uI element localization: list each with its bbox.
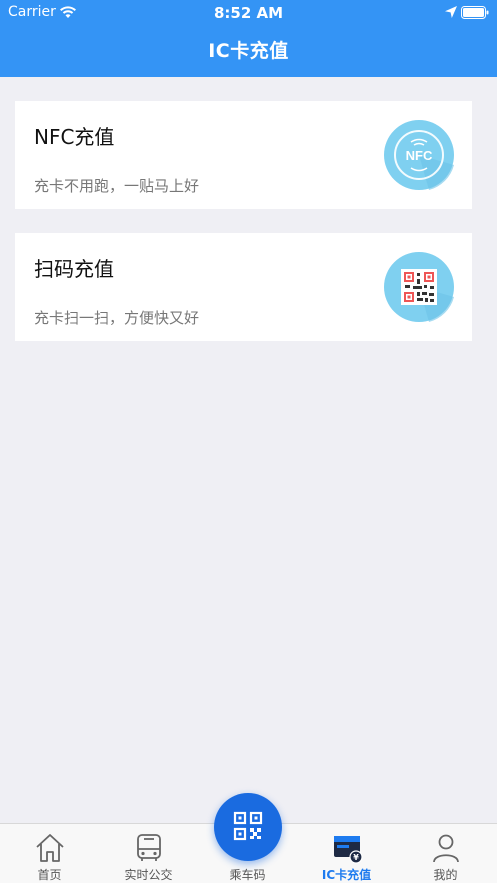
tab-label: 实时公交 xyxy=(124,868,173,882)
location-arrow-icon xyxy=(445,6,457,18)
svg-text:¥: ¥ xyxy=(353,853,359,862)
qr-recharge-card[interactable]: 扫码充值 充卡扫一扫，方便快又好 xyxy=(15,233,472,341)
profile-icon xyxy=(433,834,459,863)
tab-home[interactable]: 首页 xyxy=(0,824,99,883)
ride-code-button[interactable] xyxy=(214,793,282,861)
card-subtitle: 充卡不用跑，一贴马上好 xyxy=(34,177,200,195)
nfc-icon: NFC xyxy=(384,120,454,190)
battery-icon xyxy=(461,6,489,19)
card-title: 扫码充值 xyxy=(34,257,114,281)
qr-code-icon xyxy=(233,811,263,841)
status-time: 8:52 AM xyxy=(213,4,284,22)
nfc-recharge-card[interactable]: NFC充值 充卡不用跑，一贴马上好 NFC xyxy=(15,101,472,209)
card-subtitle: 充卡扫一扫，方便快又好 xyxy=(34,309,200,327)
bus-icon xyxy=(137,834,161,861)
tab-label: IC卡充值 xyxy=(321,868,372,882)
home-icon xyxy=(36,834,64,862)
card-title: NFC充值 xyxy=(34,125,115,149)
tab-profile[interactable]: 我的 xyxy=(396,824,495,883)
tab-ic-recharge[interactable]: ¥ IC卡充值 xyxy=(297,824,396,883)
tab-label: 我的 xyxy=(433,868,458,882)
qr-code-icon xyxy=(384,252,454,322)
page-title: IC卡充值 xyxy=(208,40,289,62)
status-bar: Carrier 8:52 AM xyxy=(0,0,497,26)
header: Carrier 8:52 AM IC卡充值 xyxy=(0,0,497,77)
card-recharge-icon: ¥ xyxy=(334,836,363,864)
nfc-badge-text: NFC xyxy=(406,148,433,163)
tab-label: 首页 xyxy=(37,868,62,882)
tab-realtime-bus[interactable]: 实时公交 xyxy=(99,824,198,883)
tab-label: 乘车码 xyxy=(229,868,266,882)
